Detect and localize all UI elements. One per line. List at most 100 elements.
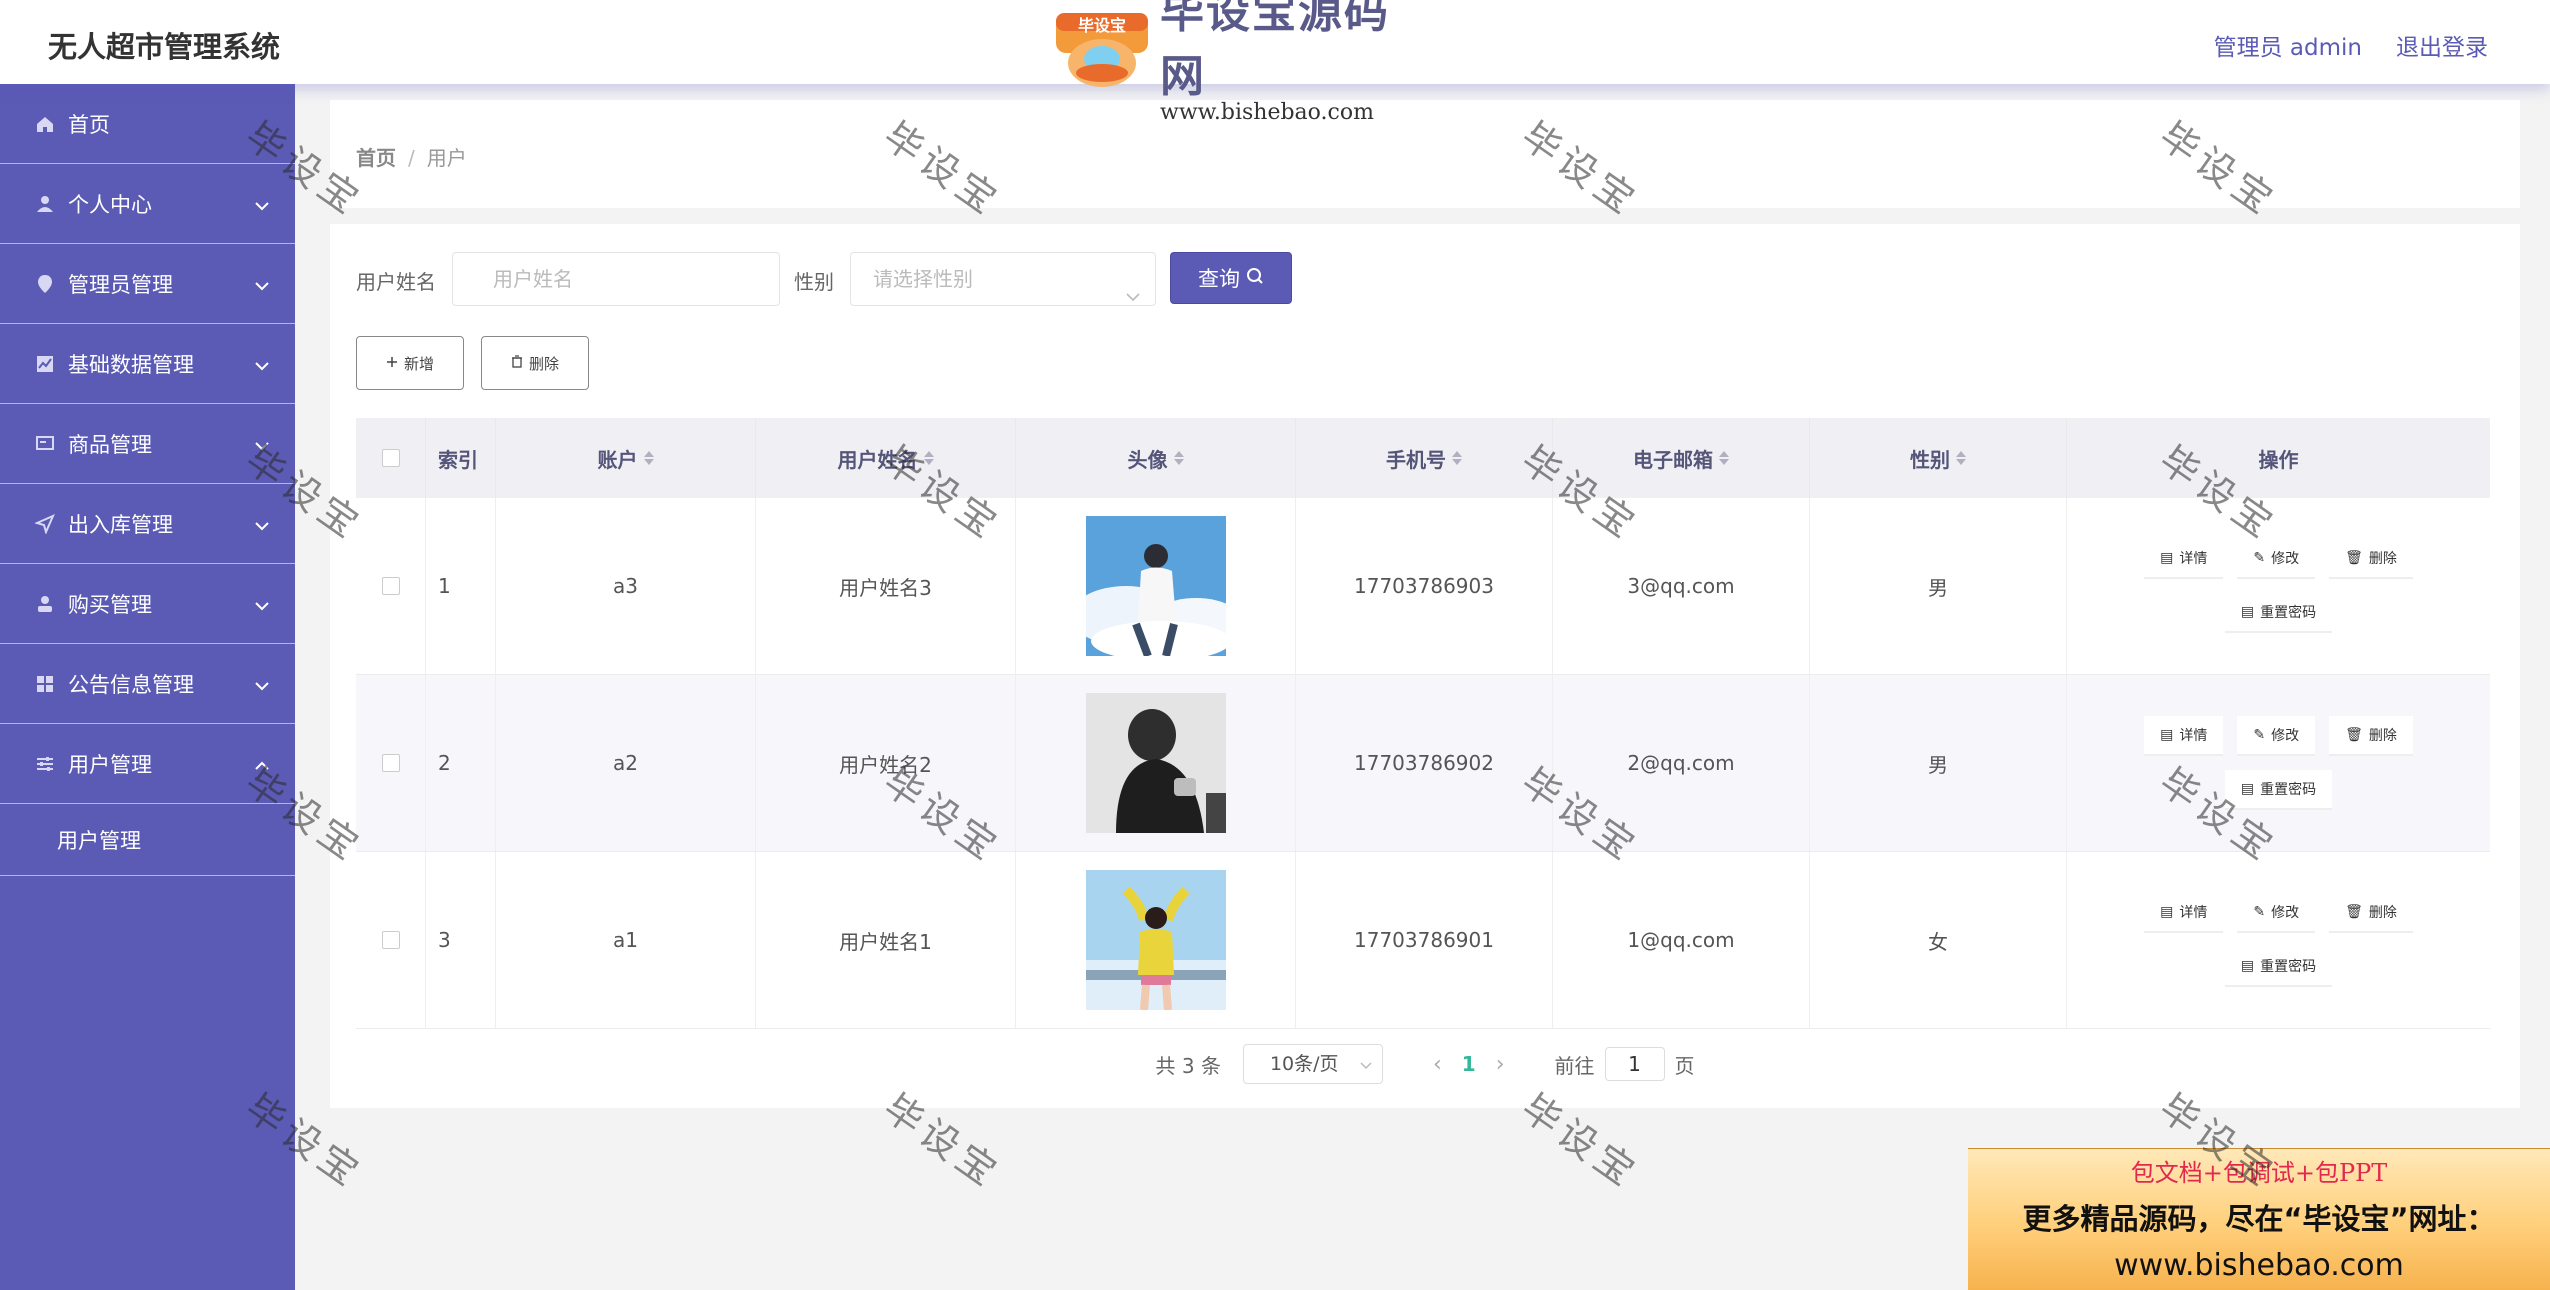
select-all-checkbox[interactable] — [381, 449, 400, 467]
col-avatar[interactable]: 头像 — [1016, 418, 1296, 498]
name-search-input[interactable]: 用户姓名 — [452, 252, 780, 306]
logout-link[interactable]: 退出登录 — [2396, 28, 2488, 62]
cell-ops: ▤ 详情 ✎ 修改 🗑 删除 ▤ 重置密码 — [2067, 498, 2490, 674]
app-title: 无人超市管理系统 — [48, 30, 281, 64]
row-checkbox[interactable] — [381, 754, 400, 772]
batch-delete-button[interactable]: 删除 — [481, 336, 589, 390]
sort-icon — [1173, 451, 1184, 465]
chevron-down-icon — [255, 352, 269, 376]
row-checkbox[interactable] — [381, 577, 400, 595]
chevron-down-icon — [255, 432, 269, 456]
avatar[interactable] — [1085, 870, 1226, 1010]
location-icon — [34, 273, 56, 295]
cell-gender: 男 — [1810, 498, 2067, 674]
sidebar-item-home[interactable]: 首页 — [0, 84, 295, 164]
cell-ops: ▤ 详情 ✎ 修改 🗑 删除 ▤ 重置密码 — [2067, 675, 2490, 851]
reset-password-label: 重置密码 — [2260, 959, 2317, 975]
col-name-label: 用户姓名 — [837, 447, 918, 472]
cell-gender: 女 — [1810, 852, 2067, 1028]
col-email[interactable]: 电子邮箱 — [1553, 418, 1810, 498]
sidebar-item-personal[interactable]: 个人中心 — [0, 164, 295, 244]
edit-button[interactable]: ✎ 修改 — [2237, 716, 2316, 756]
prev-page-button[interactable]: ‹ — [1433, 1052, 1442, 1077]
admin-user-link[interactable]: 管理员 admin — [2214, 28, 2362, 62]
sidebar-item-goods[interactable]: 商品管理 — [0, 404, 295, 484]
row-checkbox[interactable] — [381, 931, 400, 949]
col-name[interactable]: 用户姓名 — [756, 418, 1016, 498]
cell-name: 用户姓名2 — [756, 675, 1016, 851]
detail-button[interactable]: ▤ 详情 — [2144, 539, 2224, 579]
delete-button[interactable]: 🗑 删除 — [2329, 539, 2413, 579]
brand-url: www.bishebao.com — [1160, 99, 1374, 125]
avatar[interactable] — [1085, 516, 1226, 656]
promo-banner[interactable]: 包文档+包调试+包PPT 更多精品源码，尽在“毕设宝”网址： www.bishe… — [1968, 1148, 2550, 1290]
col-phone-label: 手机号 — [1386, 447, 1446, 472]
detail-button[interactable]: ▤ 详情 — [2144, 893, 2224, 933]
search-button[interactable]: 查询 — [1170, 252, 1292, 304]
reset-password-button[interactable]: ▤ 重置密码 — [2224, 947, 2333, 987]
sidebar-item-label: 公告信息管理 — [68, 672, 194, 697]
brand-name: 毕设宝源码网 — [1160, 0, 1390, 102]
sidebar-item-basic-data[interactable]: 基础数据管理 — [0, 324, 295, 404]
detail-button-label: 详情 — [2179, 551, 2208, 567]
gender-select[interactable]: 请选择性别 — [850, 252, 1156, 306]
avatar[interactable] — [1085, 693, 1226, 833]
add-button[interactable]: 新增 — [356, 336, 464, 390]
sidebar-item-stock[interactable]: 出入库管理 — [0, 484, 295, 564]
cell-gender: 男 — [1810, 675, 2067, 851]
breadcrumb-home[interactable]: 首页 — [356, 146, 396, 170]
reset-password-label: 重置密码 — [2260, 605, 2317, 621]
chevron-down-icon — [255, 592, 269, 616]
sidebar: 首页 个人中心 管理员管理 基础数据管理 商品管理 出入库管理 购买管理 公告信… — [0, 84, 295, 1290]
sidebar-item-label: 首页 — [68, 112, 110, 137]
page-size-value: 10条/页 — [1269, 1053, 1339, 1075]
sidebar-item-purchase[interactable]: 购买管理 — [0, 564, 295, 644]
grid-icon — [34, 673, 56, 695]
cell-account: a3 — [496, 498, 756, 674]
cell-index: 1 — [426, 498, 496, 674]
cell-account: a1 — [496, 852, 756, 1028]
edit-button[interactable]: ✎ 修改 — [2237, 539, 2316, 579]
sidebar-item-admin[interactable]: 管理员管理 — [0, 244, 295, 324]
next-page-button[interactable]: › — [1496, 1052, 1505, 1077]
send-icon — [34, 513, 56, 535]
cell-phone: 17703786902 — [1296, 675, 1553, 851]
chevron-down-icon — [255, 192, 269, 216]
page-number-current[interactable]: 1 — [1462, 1052, 1476, 1076]
reset-password-label: 重置密码 — [2260, 782, 2317, 798]
person-icon — [34, 593, 56, 615]
edit-button[interactable]: ✎ 修改 — [2237, 893, 2316, 933]
col-ops: 操作 — [2258, 447, 2299, 472]
cell-name: 用户姓名3 — [756, 498, 1016, 674]
trash-icon — [511, 354, 523, 372]
delete-button[interactable]: 🗑 删除 — [2329, 716, 2413, 756]
sort-icon — [1956, 451, 1966, 465]
delete-button-label: 删除 — [2368, 551, 2397, 567]
table-row: 1 a3 用户姓名3 17703786903 3@qq.com 男 ▤ 详情 ✎… — [356, 498, 2490, 675]
batch-delete-button-label: 删除 — [528, 354, 559, 373]
col-gender[interactable]: 性别 — [1810, 418, 2067, 498]
reset-password-button[interactable]: ▤ 重置密码 — [2224, 593, 2333, 633]
detail-button[interactable]: ▤ 详情 — [2144, 716, 2224, 756]
table-row: 3 a1 用户姓名1 17703786901 1@qq.com 女 ▤ 详情 ✎… — [356, 852, 2490, 1029]
chevron-down-icon — [1125, 269, 1141, 321]
col-phone[interactable]: 手机号 — [1296, 418, 1553, 498]
pagination-total: 共 3 条 — [1155, 1053, 1221, 1078]
pencil-icon: ✎ — [2253, 727, 2266, 743]
sidebar-item-notice[interactable]: 公告信息管理 — [0, 644, 295, 724]
cell-email: 3@qq.com — [1553, 498, 1810, 674]
sidebar-item-users[interactable]: 用户管理 — [0, 724, 295, 804]
col-gender-label: 性别 — [1910, 447, 1950, 472]
goto-page-input[interactable]: 1 — [1604, 1047, 1665, 1081]
sidebar-item-label: 购买管理 — [68, 592, 152, 617]
page-size-select[interactable]: 10条/页 — [1242, 1044, 1383, 1084]
delete-button[interactable]: 🗑 删除 — [2329, 893, 2413, 933]
document-icon: ▤ — [2240, 604, 2255, 620]
reset-password-button[interactable]: ▤ 重置密码 — [2224, 770, 2333, 810]
edit-button-label: 修改 — [2271, 551, 2300, 567]
col-account[interactable]: 账户 — [496, 418, 756, 498]
document-icon: ▤ — [2160, 904, 2174, 920]
sidebar-subitem-user-management[interactable]: 用户管理 — [0, 804, 295, 876]
edit-button-label: 修改 — [2271, 905, 2300, 921]
trash-icon: 🗑 — [2345, 550, 2363, 566]
